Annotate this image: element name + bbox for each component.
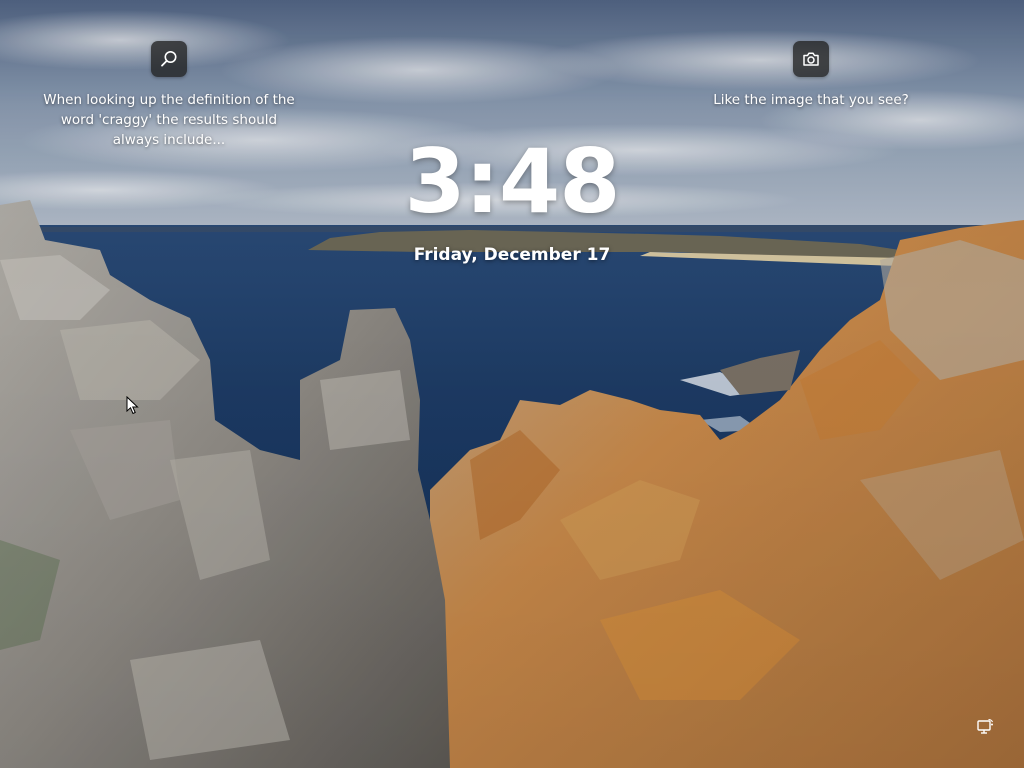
search-button[interactable]	[151, 41, 187, 77]
network-icon	[977, 718, 994, 734]
network-button[interactable]	[974, 716, 996, 738]
spotlight-like-text[interactable]: Like the image that you see?	[713, 90, 909, 110]
lock-screen[interactable]: When looking up the definition of the wo…	[0, 0, 1024, 768]
camera-icon	[803, 52, 819, 66]
search-icon	[161, 51, 177, 67]
camera-button[interactable]	[793, 41, 829, 77]
spotlight-like-item[interactable]: Like the image that you see?	[711, 41, 911, 110]
lock-date: Friday, December 17	[413, 245, 611, 265]
lock-clock: 3:48	[404, 130, 621, 233]
